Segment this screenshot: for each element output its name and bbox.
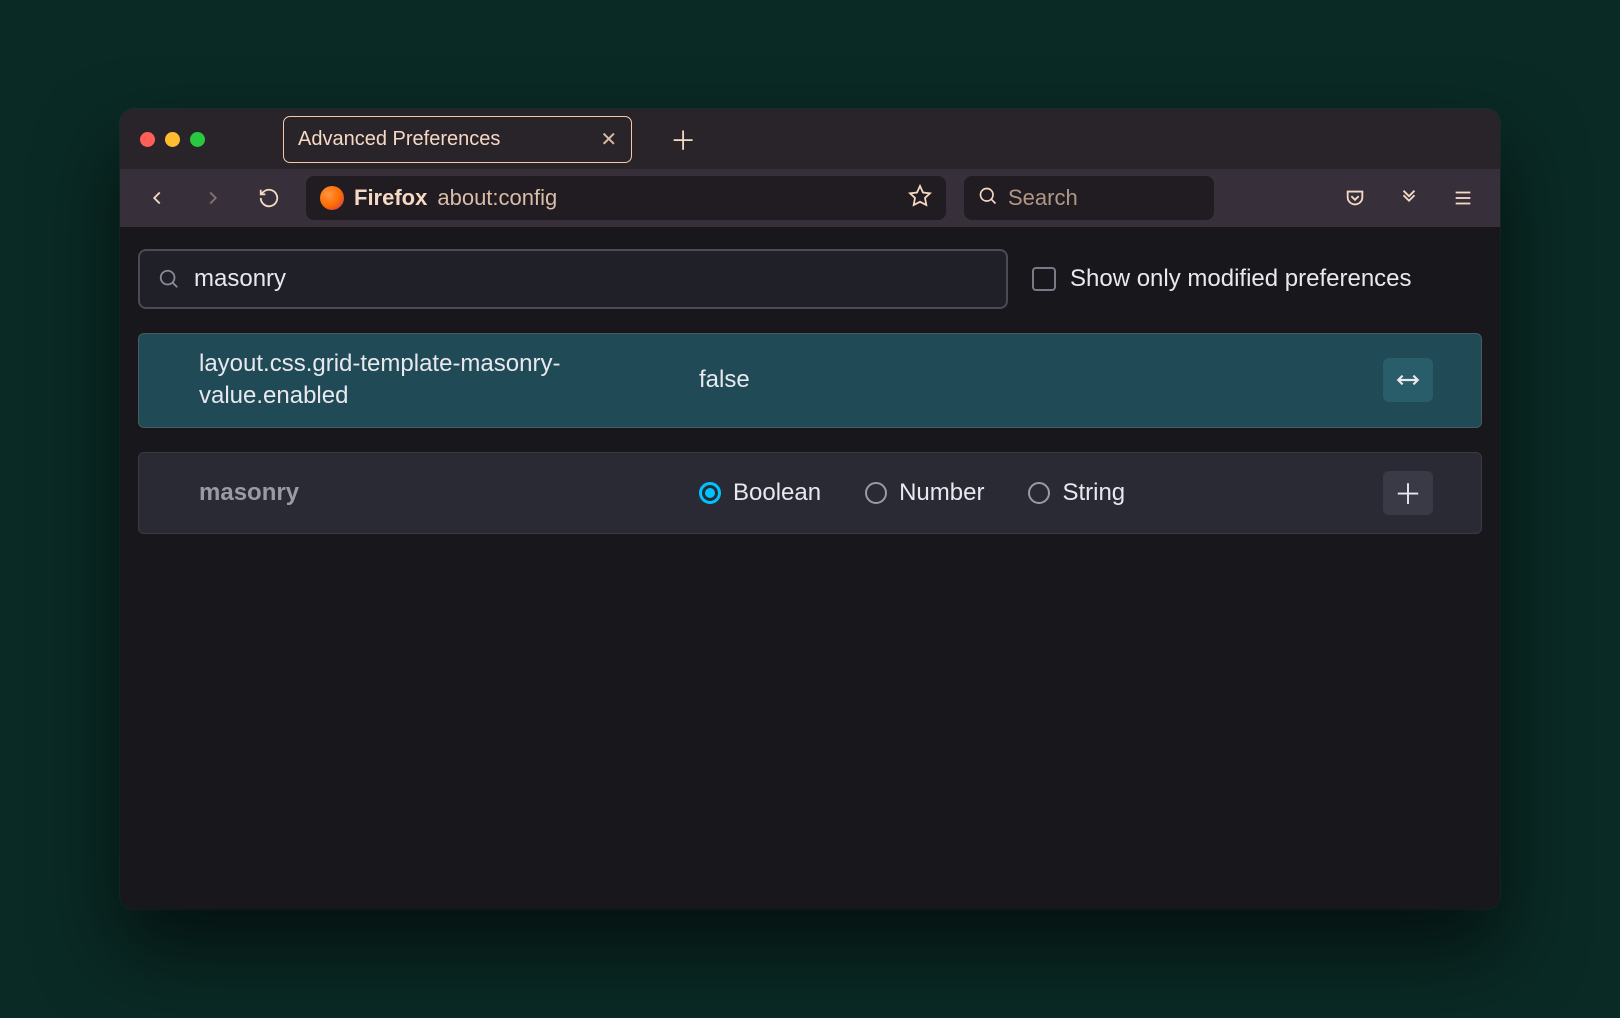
close-tab-icon[interactable]: ✕: [600, 127, 617, 152]
menu-button[interactable]: [1444, 179, 1482, 217]
tab-title: Advanced Preferences: [298, 128, 500, 151]
add-preference-button[interactable]: ＋: [1383, 471, 1433, 515]
browser-window: Advanced Preferences ✕ ＋ Firefox about:c…: [120, 109, 1500, 909]
config-search-input[interactable]: [194, 265, 988, 293]
config-search-field[interactable]: [138, 249, 1008, 309]
show-modified-checkbox[interactable]: [1032, 267, 1056, 291]
radio-input-boolean[interactable]: [699, 482, 721, 504]
search-icon: [978, 186, 998, 211]
close-window-button[interactable]: [140, 132, 155, 147]
url-bar[interactable]: Firefox about:config: [306, 176, 946, 220]
toggle-button[interactable]: [1383, 358, 1433, 402]
checkbox-text: Show only modified preferences: [1070, 265, 1412, 293]
new-preference-name: masonry: [199, 479, 699, 507]
new-preference-row: masonry Boolean Number String ＋: [138, 452, 1482, 534]
minimize-window-button[interactable]: [165, 132, 180, 147]
url-identity-label: Firefox: [354, 185, 427, 211]
bookmark-star-icon[interactable]: [908, 184, 932, 213]
radio-input-string[interactable]: [1028, 482, 1050, 504]
show-modified-checkbox-label[interactable]: Show only modified preferences: [1032, 265, 1412, 293]
preference-row[interactable]: layout.css.grid-template-masonry-value.e…: [138, 333, 1482, 428]
forward-button[interactable]: [194, 179, 232, 217]
radio-label: Boolean: [733, 479, 821, 507]
navigation-toolbar: Firefox about:config Search: [120, 169, 1500, 227]
window-controls: [140, 132, 205, 147]
preference-value: false: [699, 366, 1383, 394]
url-value: about:config: [437, 185, 557, 211]
titlebar: Advanced Preferences ✕ ＋: [120, 109, 1500, 169]
about-config-content: Show only modified preferences layout.cs…: [120, 227, 1500, 556]
back-button[interactable]: [138, 179, 176, 217]
radio-input-number[interactable]: [865, 482, 887, 504]
preference-name: layout.css.grid-template-masonry-value.e…: [199, 348, 699, 413]
maximize-window-button[interactable]: [190, 132, 205, 147]
pocket-button[interactable]: [1336, 179, 1374, 217]
radio-boolean[interactable]: Boolean: [699, 479, 821, 507]
search-placeholder: Search: [1008, 185, 1078, 211]
radio-label: Number: [899, 479, 984, 507]
radio-string[interactable]: String: [1028, 479, 1125, 507]
config-search-row: Show only modified preferences: [138, 249, 1482, 309]
search-bar[interactable]: Search: [964, 176, 1214, 220]
firefox-icon: [320, 186, 344, 210]
browser-tab[interactable]: Advanced Preferences ✕: [283, 116, 632, 163]
new-tab-button[interactable]: ＋: [668, 121, 698, 158]
type-radio-group: Boolean Number String: [699, 479, 1383, 507]
reload-button[interactable]: [250, 179, 288, 217]
overflow-button[interactable]: [1390, 179, 1428, 217]
radio-label: String: [1062, 479, 1125, 507]
radio-number[interactable]: Number: [865, 479, 984, 507]
